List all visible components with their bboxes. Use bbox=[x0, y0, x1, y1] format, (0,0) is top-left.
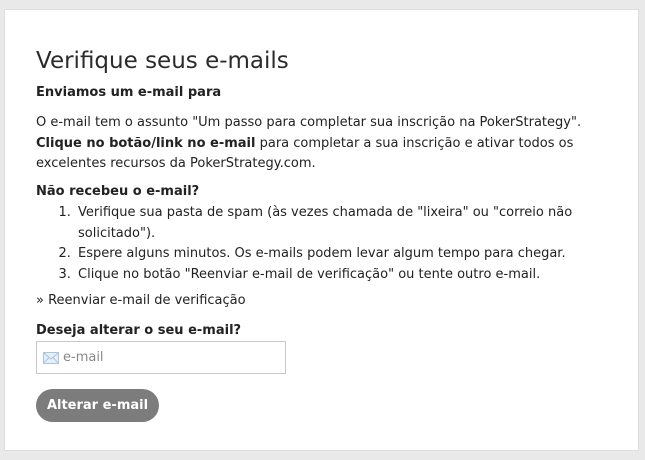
email-input[interactable] bbox=[63, 342, 281, 373]
step-item: Verifique sua pasta de spam (às vezes ch… bbox=[75, 203, 615, 244]
step-item: Espere alguns minutos. Os e-mails podem … bbox=[75, 244, 615, 265]
step-item: Clique no botão "Reenviar e-mail de veri… bbox=[75, 265, 615, 286]
resend-verification-link[interactable]: » Reenviar e-mail de verificação bbox=[36, 292, 246, 310]
change-email-button[interactable]: Alterar e-mail bbox=[36, 389, 159, 422]
envelope-icon bbox=[43, 352, 59, 364]
email-field-container[interactable] bbox=[36, 341, 286, 374]
not-received-heading: Não recebeu o e-mail? bbox=[36, 184, 200, 199]
sent-to-subheading: Enviamos um e-mail para bbox=[36, 85, 222, 100]
intro-paragraph: O e-mail tem o assunto "Um passo para co… bbox=[36, 113, 626, 175]
verification-card: Verifique seus e-mails Enviamos um e-mai… bbox=[4, 9, 639, 451]
steps-list: Verifique sua pasta de spam (às vezes ch… bbox=[45, 203, 615, 285]
intro-text-1: O e-mail tem o assunto "Um passo para co… bbox=[36, 115, 582, 130]
change-email-heading: Deseja alterar o seu e-mail? bbox=[36, 323, 242, 338]
intro-text-bold: Clique no botão/link no e-mail bbox=[36, 135, 256, 151]
page-title: Verifique seus e-mails bbox=[36, 48, 289, 74]
